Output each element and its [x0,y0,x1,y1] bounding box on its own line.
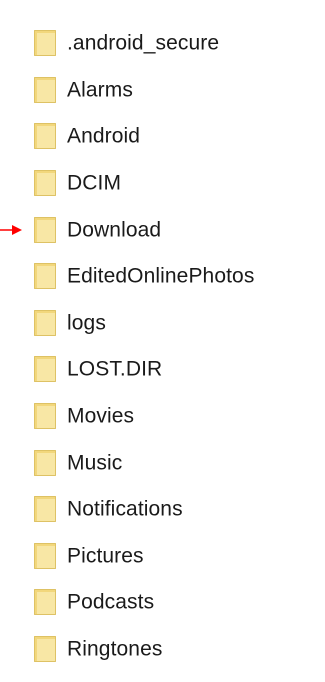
folder-item[interactable]: logs [0,300,325,347]
folder-label: Podcasts [67,590,155,614]
folder-item[interactable]: Ringtones [0,626,325,673]
folder-icon [34,636,56,662]
folder-icon [34,263,56,290]
folder-item[interactable]: EditedOnlinePhotos [0,253,325,300]
folder-item[interactable]: LOST.DIR [0,346,325,393]
folder-icon [34,496,56,523]
folder-icon [34,123,56,150]
folder-label: Alarms [67,78,133,102]
folder-icon [34,542,56,569]
folder-icon [34,76,56,103]
folder-label: Ringtones [67,637,163,661]
folder-item[interactable]: Movies [0,393,325,440]
folder-list: .android_secure Alarms Android DCIM Download… [0,20,325,672]
folder-label: LOST.DIR [67,357,163,381]
folder-label: Music [67,451,123,475]
folder-icon [34,449,56,476]
folder-icon [34,403,56,429]
folder-item[interactable]: .android_secure [0,20,325,67]
folder-item[interactable]: Alarms [0,67,325,114]
folder-label: Download [67,218,162,242]
folder-item[interactable]: Download [0,206,325,253]
folder-icon [34,589,56,616]
folder-label: logs [67,311,106,335]
folder-item[interactable]: Pictures [0,533,325,580]
folder-label: Pictures [67,544,144,568]
folder-label: .android_secure [67,31,220,55]
folder-icon [34,170,56,196]
folder-icon [34,309,56,336]
folder-label: Android [67,124,141,148]
folder-item[interactable]: Music [0,439,325,486]
folder-item[interactable]: Notifications [0,486,325,533]
folder-item[interactable]: Podcasts [0,579,325,626]
folder-icon [34,216,56,243]
folder-icon [34,30,56,57]
folder-icon [34,356,56,383]
folder-label: DCIM [67,171,122,195]
folder-label: EditedOnlinePhotos [67,264,255,288]
folder-label: Movies [67,404,135,428]
folder-item[interactable]: Android [0,113,325,160]
red-arrow-pointer-icon [0,224,22,235]
folder-label: Notifications [67,497,183,521]
folder-item[interactable]: DCIM [0,160,325,207]
